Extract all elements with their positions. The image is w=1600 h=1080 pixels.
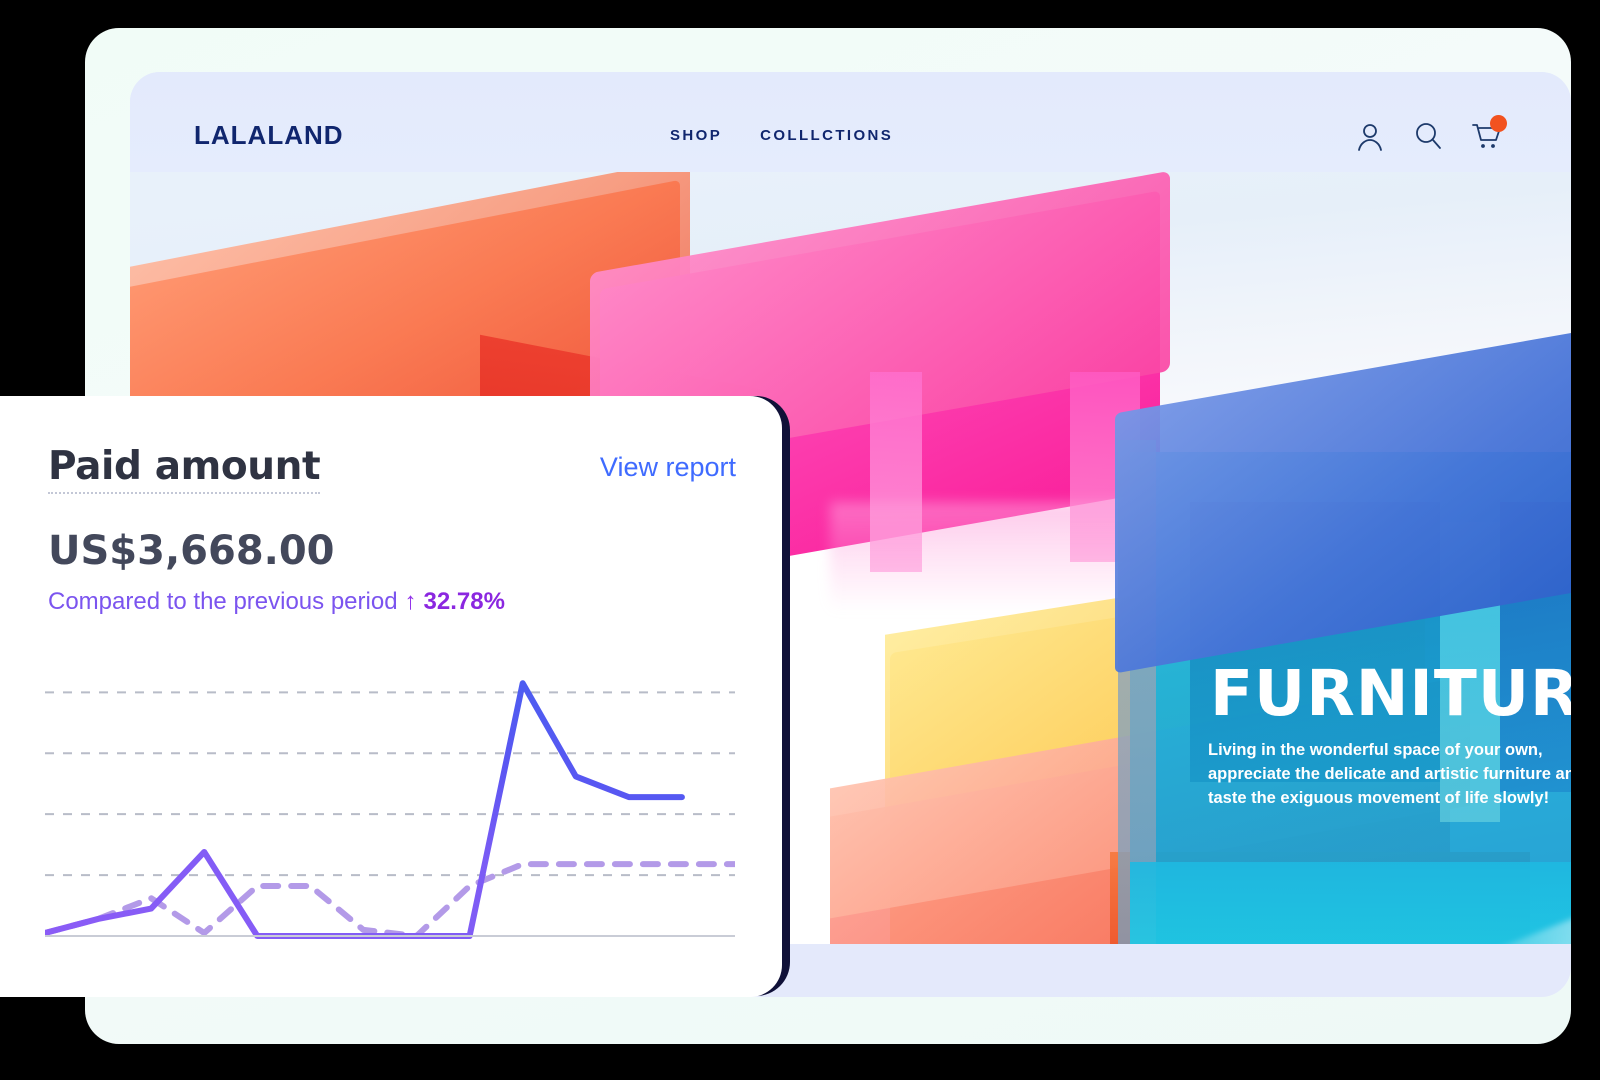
main-nav: SHOP COLLLCTIONS [670,127,893,144]
cart-icon[interactable] [1471,115,1507,152]
brand-logo[interactable]: LALALAND [194,120,344,151]
hero-title: FURNITURƐ [1210,657,1571,730]
trend-up-icon: ↑ [404,588,417,615]
comparison-percent: 32.78% [423,588,505,615]
comparison-row: Compared to the previous period ↑ 32.78% [48,588,505,616]
cart-badge [1490,115,1507,132]
chart-gridlines [45,691,735,877]
decor-cube-pink-shadow [830,502,1160,612]
chart-series-current [45,680,685,939]
site-header: LALALAND SHOP COLLLCTIONS [130,72,1571,172]
nav-item-shop[interactable]: SHOP [670,127,722,144]
view-report-link[interactable]: View report [600,452,736,483]
card-title-wrap: Paid amount [48,444,321,494]
decor-cube-blue-bottom [1130,862,1571,944]
hero-description: Living in the wonderful space of your ow… [1208,741,1571,807]
comparison-label: Compared to the previous period [48,588,398,615]
page-title: Paid amount [48,444,321,494]
chart-line-current [45,680,685,939]
paid-amount-card: Paid amount View report US$3,668.00 Comp… [0,396,782,997]
paid-amount-value: US$3,668.00 [48,528,335,574]
header-icon-group [1355,115,1507,152]
nav-item-collections[interactable]: COLLLCTIONS [760,127,893,144]
search-icon[interactable] [1413,120,1443,152]
paid-amount-chart [45,680,735,939]
account-icon[interactable] [1355,120,1385,152]
